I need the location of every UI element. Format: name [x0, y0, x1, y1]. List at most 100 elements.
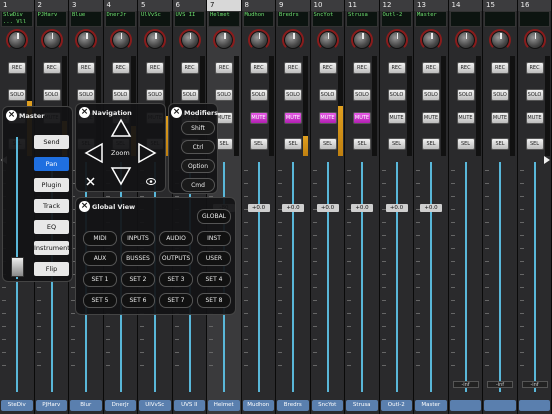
shift-button[interactable]: Shift [181, 121, 215, 135]
pan-knob[interactable] [6, 29, 28, 51]
solo-button[interactable]: SOLO [146, 89, 164, 101]
sel-button[interactable]: SEL [387, 138, 406, 150]
channel-name-tab[interactable] [484, 400, 516, 411]
channel-name-tab[interactable]: Blur [70, 400, 102, 411]
mute-button[interactable]: MUTE [525, 112, 544, 124]
mute-button[interactable]: MUTE [318, 112, 337, 124]
fader-value[interactable]: +0.0 [316, 204, 339, 212]
close-icon[interactable]: × [6, 110, 17, 121]
flip-button[interactable]: Flip [34, 262, 69, 276]
global-view-button-midi[interactable]: MIDI [83, 231, 117, 246]
fader-track[interactable] [395, 162, 398, 392]
global-view-button-set-8[interactable]: SET 8 [197, 293, 231, 308]
channel-name-tab[interactable]: Strusa [346, 400, 378, 411]
solo-button[interactable]: SOLO [456, 89, 475, 101]
fader-track[interactable] [464, 162, 467, 392]
pan-knob[interactable] [420, 29, 442, 51]
global-view-button-set-2[interactable]: SET 2 [121, 272, 155, 287]
mute-button[interactable]: MUTE [491, 112, 509, 124]
fader-value[interactable]: +0.0 [247, 204, 270, 212]
global-view-button-set-5[interactable]: SET 5 [83, 293, 117, 308]
channel-number[interactable]: 10 [310, 0, 344, 11]
channel-name-tab[interactable]: Master [415, 400, 447, 411]
sel-button[interactable]: SEL [353, 138, 371, 150]
eye-icon[interactable] [146, 178, 156, 185]
fader-track[interactable] [326, 162, 329, 392]
global-view-button-set-7[interactable]: SET 7 [159, 293, 193, 308]
fader-value[interactable]: -inf [521, 381, 548, 388]
fader-track[interactable] [533, 162, 536, 392]
send-button[interactable]: Send [34, 135, 69, 149]
channel-number[interactable]: 9 [276, 0, 310, 11]
channel-number[interactable]: 12 [379, 0, 413, 11]
global-view-button-set-4[interactable]: SET 4 [197, 272, 231, 287]
channel-name-tab[interactable]: Helmet [208, 400, 240, 411]
mute-button[interactable]: MUTE [456, 112, 475, 124]
channel-name-tab[interactable] [449, 400, 481, 411]
pan-knob[interactable] [454, 29, 477, 51]
global-view-button-outputs[interactable]: OUTPUTS [159, 251, 193, 266]
channel-number[interactable]: 3 [69, 0, 103, 11]
sel-button[interactable]: SEL [284, 138, 302, 150]
pan-knob[interactable] [489, 29, 511, 51]
arrow-right-icon[interactable] [137, 142, 157, 164]
close-icon[interactable]: × [79, 201, 90, 212]
sel-button[interactable]: SEL [249, 138, 268, 150]
channel-number[interactable]: 4 [103, 0, 137, 11]
channel-number[interactable]: 7 [207, 0, 241, 11]
pan-knob[interactable] [247, 29, 270, 51]
rec-button[interactable]: REC [422, 62, 440, 74]
shrink-icon[interactable] [86, 177, 95, 186]
rec-button[interactable]: REC [491, 62, 509, 74]
channel-number[interactable]: 16 [517, 0, 551, 11]
sel-button[interactable]: SEL [491, 138, 509, 150]
fader-value[interactable]: +0.0 [282, 204, 304, 212]
arrow-down-icon[interactable] [110, 166, 132, 186]
master-fader-handle[interactable] [11, 257, 24, 277]
instrument-button[interactable]: Instrument [34, 241, 70, 255]
fader-value[interactable]: -inf [487, 381, 513, 388]
channel-name-tab[interactable]: DnerJr [104, 400, 136, 411]
rec-button[interactable]: REC [111, 62, 130, 74]
pan-knob[interactable] [385, 29, 408, 51]
arrow-left-icon[interactable] [84, 142, 104, 164]
pan-knob[interactable] [213, 29, 235, 51]
channel-number[interactable]: 6 [172, 0, 206, 11]
channel-number[interactable]: 2 [34, 0, 68, 11]
fader-track[interactable] [361, 162, 363, 392]
global-view-button-set-6[interactable]: SET 6 [121, 293, 155, 308]
channel-name-tab[interactable] [518, 400, 550, 411]
fader-track[interactable] [257, 162, 260, 392]
fader-value[interactable]: +0.0 [351, 204, 373, 212]
solo-button[interactable]: SOLO [422, 89, 440, 101]
channel-name-tab[interactable]: SncYot [311, 400, 343, 411]
solo-button[interactable]: SOLO [284, 89, 302, 101]
cmd-button[interactable]: Cmd [181, 178, 215, 192]
pan-knob[interactable] [75, 29, 97, 51]
pan-knob[interactable] [351, 29, 373, 51]
channel-name-tab[interactable]: UlVvSc [139, 400, 171, 411]
rec-button[interactable]: REC [318, 62, 337, 74]
mute-button[interactable]: MUTE [422, 112, 440, 124]
solo-button[interactable]: SOLO [353, 89, 371, 101]
solo-button[interactable]: SOLO [491, 89, 509, 101]
channel-name-tab[interactable]: SteDiv [1, 400, 33, 411]
rec-button[interactable]: REC [387, 62, 406, 74]
channel-name-tab[interactable]: Outl-2 [380, 400, 412, 411]
rec-button[interactable]: REC [284, 62, 302, 74]
channel-name-tab[interactable]: Mudhon [242, 400, 274, 411]
solo-button[interactable]: SOLO [525, 89, 544, 101]
global-view-button-inputs[interactable]: INPUTS [121, 231, 155, 246]
global-view-button-audio[interactable]: AUDIO [159, 231, 193, 246]
mute-button[interactable]: MUTE [284, 112, 302, 124]
channel-number[interactable]: 1 [0, 0, 34, 11]
fader-value[interactable]: -inf [452, 381, 479, 388]
fader-value[interactable]: +0.0 [420, 204, 442, 212]
rec-button[interactable]: REC [249, 62, 268, 74]
channel-number[interactable]: 11 [345, 0, 379, 11]
channel-name-tab[interactable]: UVS II [173, 400, 205, 411]
channel-number[interactable]: 15 [483, 0, 517, 11]
option-button[interactable]: Option [181, 159, 215, 173]
global-view-button-set-3[interactable]: SET 3 [159, 272, 193, 287]
sel-button[interactable]: SEL [318, 138, 337, 150]
